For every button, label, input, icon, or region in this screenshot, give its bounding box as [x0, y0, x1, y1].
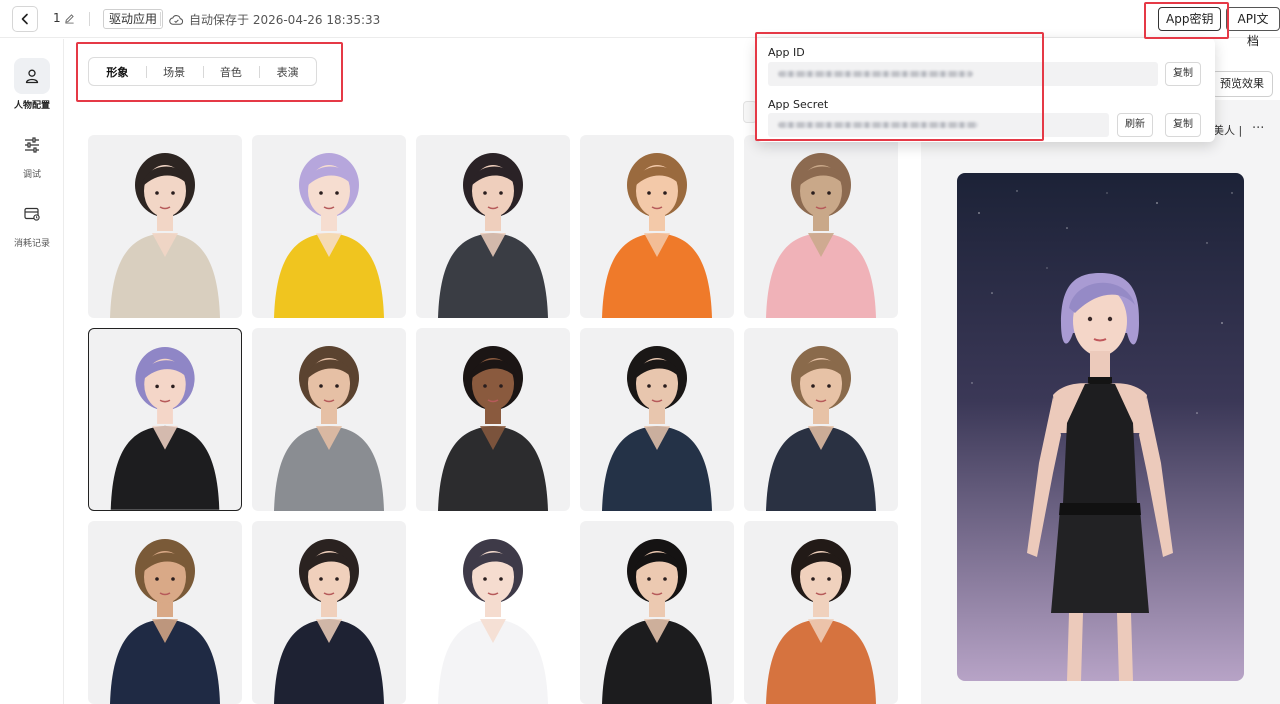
avatar-thumbnail	[110, 539, 220, 704]
left-sidebar: 人物配置 调试 消耗记录	[0, 39, 64, 704]
voice-tag: 美人 |	[1213, 124, 1243, 137]
avatar-card[interactable]	[744, 328, 898, 511]
divider	[160, 12, 161, 26]
masked-value	[778, 71, 973, 77]
cloud-check-icon	[169, 14, 184, 25]
config-tabs: 形象 场景 音色 表演	[88, 57, 317, 86]
app-id-field[interactable]	[768, 62, 1158, 86]
app-key-button[interactable]: App密钥	[1158, 7, 1222, 31]
more-icon[interactable]: ...	[1252, 117, 1264, 132]
avatar-card[interactable]	[580, 521, 734, 704]
autosave-text: 自动保存于 2026-04-26 18:35:33	[189, 13, 381, 27]
sidebar-item-label: 人物配置	[13, 101, 50, 111]
tab-performance[interactable]: 表演	[259, 64, 316, 80]
app-secret-label: App Secret	[768, 98, 829, 111]
avatar-card[interactable]	[88, 135, 242, 318]
back-button[interactable]	[12, 6, 38, 32]
tab-scene[interactable]: 场景	[145, 64, 203, 80]
app-type-tag: 驱动应用	[103, 9, 164, 29]
avatar-card[interactable]	[744, 135, 898, 318]
avatar-preview-stage	[957, 173, 1244, 681]
person-icon	[14, 58, 50, 94]
avatar-thumbnail	[274, 539, 384, 704]
sidebar-item-usage-records[interactable]: 消耗记录	[0, 196, 64, 249]
avatar-card[interactable]	[88, 521, 242, 704]
avatar-card[interactable]	[580, 135, 734, 318]
tab-appearance[interactable]: 形象	[89, 64, 146, 80]
avatar-card[interactable]	[416, 135, 570, 318]
avatar-thumbnail	[602, 153, 712, 318]
api-docs-button[interactable]: API文档	[1226, 7, 1280, 48]
copy-app-id-button[interactable]: 复制	[1165, 62, 1201, 86]
avatar-card[interactable]	[88, 328, 242, 511]
avatar-thumbnail	[602, 539, 712, 704]
avatar-card[interactable]	[416, 328, 570, 511]
chevron-left-icon	[21, 13, 28, 25]
card-record-icon	[14, 196, 50, 232]
sidebar-item-debug[interactable]: 调试	[0, 127, 64, 180]
sliders-icon	[14, 127, 50, 163]
avatar-thumbnail	[438, 539, 548, 704]
sidebar-item-label: 消耗记录	[13, 239, 50, 249]
avatar-thumbnail	[766, 346, 876, 511]
app-key-popup: App ID 复制 App Secret 刷新 复制	[756, 38, 1215, 142]
avatar-card[interactable]	[252, 328, 406, 511]
top-bar: 1 驱动应用 自动保存于 2026-04-26 18:35:33 App密钥 A…	[0, 0, 1280, 48]
copy-app-secret-button[interactable]: 复制	[1165, 113, 1201, 137]
preview-figure	[957, 173, 1244, 681]
autosave-status: 自动保存于 2026-04-26 18:35:33	[169, 11, 380, 28]
masked-value	[778, 122, 978, 128]
refresh-secret-button[interactable]: 刷新	[1117, 113, 1153, 137]
preview-effect-button[interactable]: 预览效果	[1211, 71, 1273, 97]
avatar-thumbnail	[766, 539, 876, 704]
avatar-card[interactable]	[416, 521, 570, 704]
edit-icon[interactable]	[64, 13, 75, 24]
app-id-label: App ID	[768, 46, 805, 59]
avatar-thumbnail	[766, 153, 876, 318]
collapsed-control[interactable]	[743, 101, 757, 123]
avatar-card[interactable]	[252, 521, 406, 704]
avatar-thumbnail	[110, 153, 220, 318]
avatar-thumbnail	[438, 153, 548, 318]
avatar-thumbnail	[602, 346, 712, 511]
divider	[89, 12, 90, 26]
avatar-thumbnail	[274, 153, 384, 318]
sidebar-item-character-config[interactable]: 人物配置	[0, 58, 64, 111]
avatar-thumbnail	[274, 346, 384, 511]
avatar-card[interactable]	[252, 135, 406, 318]
app-name[interactable]: 1	[53, 11, 75, 25]
app-name-text: 1	[53, 11, 61, 25]
avatar-grid	[88, 135, 900, 704]
sidebar-item-label: 调试	[22, 170, 41, 180]
avatar-card[interactable]	[580, 328, 734, 511]
tab-voice[interactable]: 音色	[202, 64, 260, 80]
avatar-card[interactable]	[744, 521, 898, 704]
avatar-thumbnail	[110, 346, 220, 510]
app-secret-field[interactable]	[768, 113, 1109, 137]
avatar-thumbnail	[438, 346, 548, 511]
